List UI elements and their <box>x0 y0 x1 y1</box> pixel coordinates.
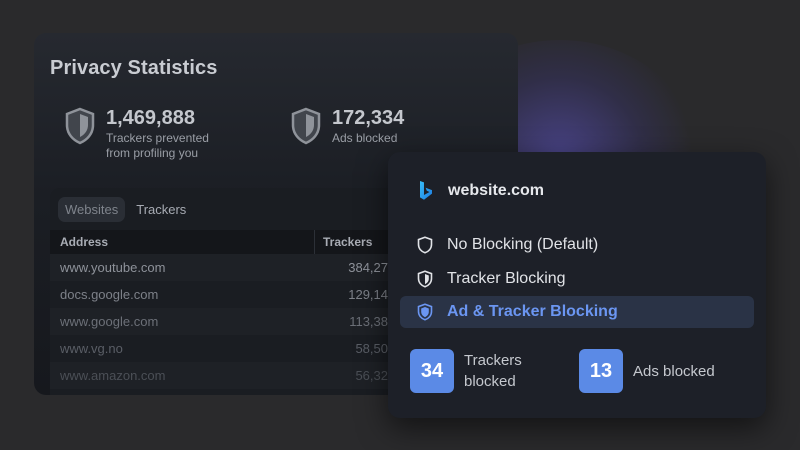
shield-icon <box>65 107 95 145</box>
stat-value: 172,334 <box>332 107 405 129</box>
bing-logo-icon <box>420 181 432 200</box>
trackers-blocked-count: 34 Trackers blocked <box>410 349 544 393</box>
option-tracker-blocking[interactable]: Tracker Blocking <box>400 263 754 295</box>
row-trackers: 58,50 <box>355 341 388 356</box>
site-header: website.com <box>418 180 544 202</box>
row-trackers: 56,32 <box>355 368 388 383</box>
row-address: www.youtube.com <box>60 260 166 275</box>
row-trackers: 384,27 <box>348 260 388 275</box>
column-divider <box>314 230 315 254</box>
row-trackers: 113,38 <box>349 314 388 329</box>
option-ad-tracker-blocking[interactable]: Ad & Tracker Blocking <box>400 296 754 328</box>
count-badge: 13 <box>579 349 623 393</box>
tab-trackers[interactable]: Trackers <box>129 197 193 222</box>
count-label: Trackers blocked <box>464 352 522 390</box>
option-label: Tracker Blocking <box>447 270 566 287</box>
option-no-blocking[interactable]: No Blocking (Default) <box>400 229 754 261</box>
site-name: website.com <box>448 182 545 199</box>
tab-websites[interactable]: Websites <box>58 197 126 222</box>
row-address: www.vg.no <box>60 341 123 356</box>
option-label: Ad & Tracker Blocking <box>447 303 618 320</box>
stat-trackers-prevented: 1,469,888 Trackers prevented from profil… <box>64 105 216 161</box>
stat-ads-blocked: 172,334 Ads blocked <box>290 105 442 146</box>
count-badge: 34 <box>410 349 454 393</box>
shield-icon <box>291 107 321 145</box>
shield-half-icon <box>417 270 433 288</box>
app-stage: Privacy Statistics 1,469,888 Trackers pr… <box>0 0 800 450</box>
row-address: docs.google.com <box>60 287 159 302</box>
stat-label: Trackers prevented from profiling you <box>106 131 209 160</box>
row-address: www.google.com <box>60 314 159 329</box>
shield-full-icon <box>417 303 433 321</box>
shield-outline-icon <box>417 236 433 254</box>
stat-label: Ads blocked <box>332 131 398 145</box>
row-trackers: 129,14 <box>348 287 388 302</box>
column-header-address[interactable]: Address <box>60 235 108 249</box>
column-header-trackers[interactable]: Trackers <box>323 235 372 249</box>
count-label: Ads blocked <box>633 362 715 380</box>
row-address: www.amazon.com <box>60 368 166 383</box>
panel-title: Privacy Statistics <box>50 57 218 79</box>
table-tabs: Websites Trackers <box>58 197 193 222</box>
site-blocking-popup: website.com No Blocking (Default) Tracke… <box>388 152 766 418</box>
option-label: No Blocking (Default) <box>447 236 599 253</box>
ads-blocked-count: 13 Ads blocked <box>579 349 715 393</box>
stat-value: 1,469,888 <box>106 107 195 129</box>
